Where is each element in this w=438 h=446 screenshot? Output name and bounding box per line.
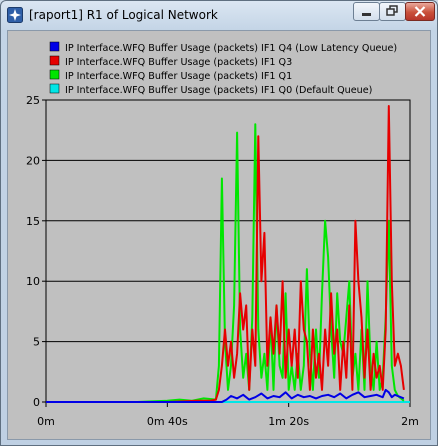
restore-icon — [386, 5, 398, 16]
legend-swatch-3 — [49, 83, 60, 94]
legend-label-0: IP Interface.WFQ Buffer Usage (packets) … — [65, 43, 397, 54]
series-line-1 — [46, 105, 405, 403]
series-line-0 — [46, 388, 405, 403]
minimize-icon — [362, 13, 371, 16]
legend-label-2: IP Interface.WFQ Buffer Usage (packets) … — [65, 71, 292, 82]
app-icon — [7, 7, 23, 23]
legend-label-3: IP Interface.WFQ Buffer Usage (packets) … — [65, 85, 372, 96]
x-tick-label-80: 1m 20s — [268, 415, 309, 428]
title-bar[interactable]: [raport1] R1 of Logical Network — [1, 1, 437, 29]
x-tick-label-0: 0m — [37, 415, 55, 428]
legend-label-1: IP Interface.WFQ Buffer Usage (packets) … — [65, 57, 292, 68]
close-button[interactable] — [405, 2, 435, 21]
chart-area: 0 5 10 15 20 25 0m 0m 40s 1m 20s 2m IP Interface… — [7, 30, 431, 440]
y-tick-label-5: 5 — [33, 336, 40, 349]
window-title: [raport1] R1 of Logical Network — [29, 8, 218, 22]
chart-window: [raport1] R1 of Logical Network 0 5 10 15 20… — [0, 0, 438, 446]
legend-swatch-2 — [49, 69, 60, 80]
y-tick-label-20: 20 — [26, 154, 40, 167]
series-line-2 — [46, 123, 405, 403]
legend-swatch-0 — [49, 41, 60, 52]
y-tick-label-25: 25 — [26, 94, 40, 107]
y-tick-label-10: 10 — [26, 275, 40, 288]
y-axis: 0 5 10 15 20 25 — [26, 94, 46, 409]
y-tick-label-0: 0 — [33, 396, 40, 409]
series-lines — [46, 105, 410, 403]
x-tick-label-40: 0m 40s — [147, 415, 188, 428]
line-chart: 0 5 10 15 20 25 0m 0m 40s 1m 20s 2m IP Interface… — [26, 41, 419, 428]
legend-swatch-1 — [49, 55, 60, 66]
x-axis: 0m 0m 40s 1m 20s 2m — [37, 402, 419, 428]
maximize-button[interactable] — [379, 2, 406, 21]
legend: IP Interface.WFQ Buffer Usage (packets) … — [49, 41, 397, 96]
x-tick-label-120: 2m — [401, 415, 419, 428]
y-tick-label-15: 15 — [26, 215, 40, 228]
minimize-button[interactable] — [353, 2, 380, 21]
close-icon — [414, 6, 426, 17]
